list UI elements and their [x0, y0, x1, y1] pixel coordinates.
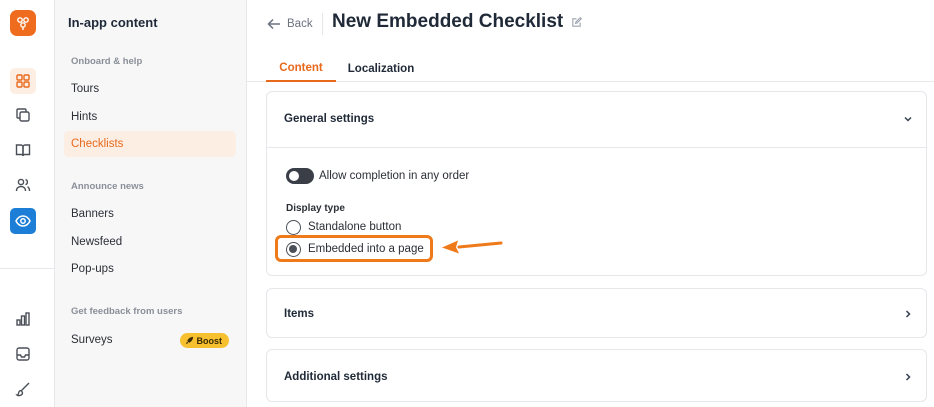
arrow-left-icon: [267, 18, 280, 30]
back-button[interactable]: Back: [267, 15, 313, 33]
bar-chart-icon[interactable]: [10, 306, 36, 332]
sidebar-title: In-app content: [68, 15, 158, 30]
copy-icon[interactable]: [10, 102, 36, 128]
additional-settings-card[interactable]: Additional settings: [266, 349, 927, 402]
content-sidebar: In-app content Onboard & help Tours Hint…: [55, 0, 247, 407]
boost-badge[interactable]: Boost: [179, 333, 229, 348]
option-standalone-button[interactable]: Standalone button: [286, 219, 401, 235]
items-header[interactable]: Items: [267, 289, 926, 339]
sidebar-item-surveys[interactable]: Surveys Boost: [64, 327, 236, 353]
toggle-knob: [289, 171, 299, 181]
sidebar-item-tours[interactable]: Tours: [64, 76, 236, 102]
header-divider: [322, 13, 323, 35]
icon-rail: [0, 0, 55, 407]
tab-content[interactable]: Content: [266, 55, 336, 82]
additional-settings-header[interactable]: Additional settings: [267, 350, 926, 403]
brush-icon[interactable]: [10, 376, 36, 402]
display-type-label: Display type: [286, 203, 345, 214]
section-announce-news: Announce news: [71, 181, 144, 192]
tab-bar: Content Localization: [247, 55, 934, 82]
chevron-right-icon: [905, 310, 911, 318]
section-get-feedback: Get feedback from users: [71, 306, 183, 317]
items-title: Items: [284, 308, 315, 320]
sidebar-item-checklists[interactable]: Checklists: [64, 131, 236, 157]
sidebar-item-newsfeed[interactable]: Newsfeed: [64, 229, 236, 255]
highlight-box: [275, 235, 433, 262]
general-settings-title: General settings: [284, 112, 375, 125]
tab-localization[interactable]: Localization: [343, 55, 419, 82]
sidebar-item-banners[interactable]: Banners: [64, 201, 236, 227]
section-onboard-help: Onboard & help: [71, 56, 143, 67]
completion-order-toggle[interactable]: [286, 168, 314, 184]
chevron-down-icon: [904, 116, 912, 122]
rail-divider: [0, 268, 55, 269]
sidebar-item-hints[interactable]: Hints: [64, 104, 236, 130]
app-logo-icon[interactable]: [10, 10, 36, 36]
grid-icon[interactable]: [10, 68, 36, 94]
additional-settings-title: Additional settings: [284, 370, 388, 383]
page-title: New Embedded Checklist: [332, 11, 564, 32]
items-card[interactable]: Items: [266, 288, 927, 338]
eye-icon[interactable]: [10, 208, 36, 234]
inbox-icon[interactable]: [10, 341, 36, 367]
boost-label: Boost: [196, 335, 223, 346]
card-divider: [267, 147, 926, 148]
main-content: Back New Embedded Checklist Content Loca…: [247, 0, 934, 407]
general-settings-header[interactable]: General settings: [267, 92, 926, 145]
chevron-right-icon: [905, 372, 911, 381]
completion-order-label: Allow completion in any order: [319, 170, 470, 182]
back-label: Back: [287, 18, 313, 30]
book-icon[interactable]: [10, 137, 36, 163]
edit-icon[interactable]: [571, 16, 583, 28]
page-title-wrap: New Embedded Checklist: [332, 11, 583, 33]
rocket-icon: [185, 336, 193, 345]
sidebar-item-label: Surveys: [71, 334, 113, 346]
radio-unchecked[interactable]: [286, 219, 301, 235]
annotation-arrow-icon: [442, 240, 503, 254]
sidebar-item-popups[interactable]: Pop-ups: [64, 256, 236, 282]
users-icon[interactable]: [10, 172, 36, 198]
option-label: Standalone button: [308, 221, 402, 233]
